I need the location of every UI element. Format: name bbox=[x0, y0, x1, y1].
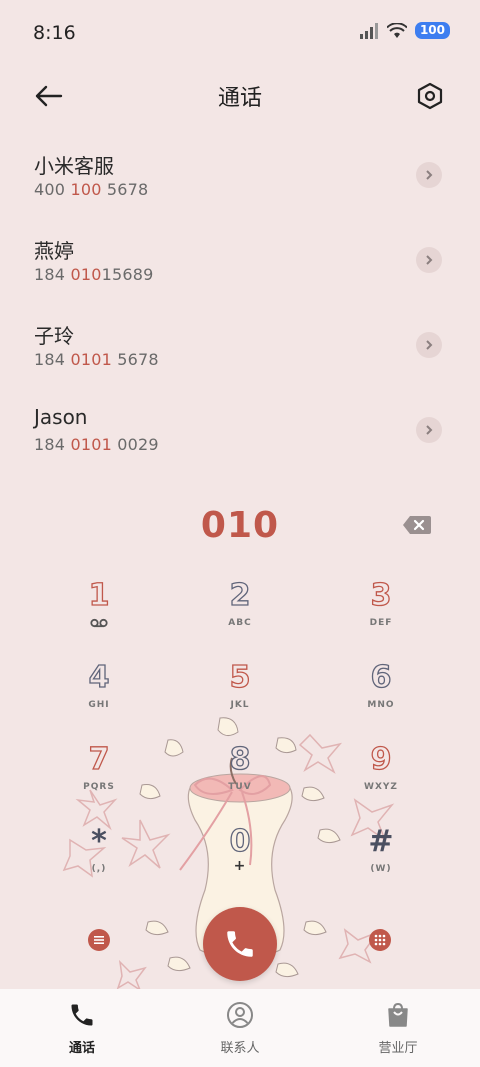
key-hash[interactable]: # (W) bbox=[326, 824, 436, 894]
key-digit: 6 bbox=[370, 659, 392, 695]
key-digit: 5 bbox=[229, 659, 251, 695]
key-letters: GHI bbox=[88, 700, 110, 710]
backspace-button[interactable] bbox=[402, 515, 432, 539]
key-letters: DEF bbox=[369, 618, 393, 628]
chevron-right-icon bbox=[426, 255, 433, 265]
contact-detail-button[interactable] bbox=[416, 332, 442, 358]
menu-icon bbox=[94, 936, 104, 944]
tab-store[interactable]: 营业厅 bbox=[343, 1001, 453, 1056]
tab-label: 联系人 bbox=[220, 1041, 260, 1056]
key-6[interactable]: 6 MNO bbox=[326, 659, 436, 730]
contact-name: Jason bbox=[34, 405, 88, 429]
key-digit: 2 bbox=[229, 577, 251, 613]
battery-indicator: 100 bbox=[414, 22, 450, 39]
contact-row[interactable]: Jason 184 0101 0029 bbox=[0, 395, 480, 480]
contact-row[interactable]: 小米客服 400 100 5678 bbox=[0, 140, 480, 225]
chevron-right-icon bbox=[426, 170, 433, 180]
page-title: 通话 bbox=[217, 86, 262, 111]
key-1[interactable]: 1 bbox=[44, 577, 154, 648]
backspace-icon bbox=[403, 516, 431, 534]
dialer-actions bbox=[0, 905, 480, 985]
contact-suggestions: 小米客服 400 100 5678 燕婷 184 01015689 子玲 184… bbox=[0, 140, 480, 480]
tab-label: 营业厅 bbox=[378, 1041, 418, 1056]
contact-number: 184 0101 0029 bbox=[34, 435, 159, 454]
chevron-right-icon bbox=[426, 425, 433, 435]
status-icons: 100 bbox=[359, 22, 450, 39]
call-button[interactable] bbox=[203, 907, 277, 981]
hexagon-gear-icon bbox=[417, 82, 443, 110]
settings-button[interactable] bbox=[410, 76, 450, 116]
key-digit: 7 bbox=[88, 741, 110, 777]
key-digit: 1 bbox=[88, 577, 110, 613]
contact-number: 184 0101 5678 bbox=[34, 350, 159, 369]
person-icon bbox=[227, 1002, 253, 1028]
contact-number: 184 01015689 bbox=[34, 265, 154, 284]
key-4[interactable]: 4 GHI bbox=[44, 659, 154, 730]
contact-name: 小米客服 bbox=[34, 154, 114, 178]
key-5[interactable]: 5 JKL bbox=[185, 659, 295, 730]
key-letters: JKL bbox=[230, 700, 250, 710]
key-9[interactable]: 9 WXYZ bbox=[326, 741, 436, 812]
dial-display: 010 bbox=[0, 505, 480, 555]
key-digit: 0 bbox=[229, 823, 251, 859]
key-letters: ABC bbox=[228, 618, 252, 628]
chevron-right-icon bbox=[426, 340, 433, 350]
phone-icon bbox=[227, 931, 253, 957]
key-letters: (W) bbox=[370, 864, 392, 874]
key-letters: WXYZ bbox=[364, 782, 398, 792]
voicemail-icon bbox=[44, 618, 154, 631]
signal-icon bbox=[359, 22, 378, 39]
tab-calls[interactable]: 通话 bbox=[27, 1001, 137, 1056]
shopping-bag-icon bbox=[388, 1002, 408, 1027]
key-digit: 8 bbox=[229, 741, 251, 777]
key-7[interactable]: 7 PQRS bbox=[44, 741, 154, 812]
key-letters: + bbox=[233, 858, 247, 874]
phone-icon bbox=[71, 1004, 93, 1026]
dialpad-toggle-button[interactable] bbox=[369, 929, 391, 951]
menu-button[interactable] bbox=[88, 929, 110, 951]
dialpad-icon bbox=[374, 934, 386, 946]
contact-detail-button[interactable] bbox=[416, 247, 442, 273]
tab-contacts[interactable]: 联系人 bbox=[185, 1001, 295, 1056]
key-digit: 4 bbox=[88, 659, 110, 695]
contact-row[interactable]: 子玲 184 0101 5678 bbox=[0, 310, 480, 395]
contact-row[interactable]: 燕婷 184 01015689 bbox=[0, 225, 480, 310]
header: 通话 bbox=[0, 68, 480, 124]
contact-name: 燕婷 bbox=[34, 239, 74, 263]
key-digit: 3 bbox=[370, 577, 392, 613]
key-letters: TUV bbox=[228, 782, 252, 792]
key-3[interactable]: 3 DEF bbox=[326, 577, 436, 648]
status-bar: 8:16 100 bbox=[0, 0, 480, 68]
key-letters: PQRS bbox=[83, 782, 115, 792]
key-2[interactable]: 2 ABC bbox=[185, 577, 295, 648]
key-0[interactable]: 0 + bbox=[185, 823, 295, 894]
contact-number: 400 100 5678 bbox=[34, 180, 149, 199]
key-letters: (,) bbox=[91, 864, 107, 874]
key-star[interactable]: * (,) bbox=[44, 824, 154, 894]
key-digit: # bbox=[368, 824, 394, 859]
status-time: 8:16 bbox=[33, 22, 76, 44]
key-digit: 9 bbox=[370, 741, 392, 777]
wifi-icon bbox=[386, 22, 407, 38]
contact-detail-button[interactable] bbox=[416, 162, 442, 188]
contact-detail-button[interactable] bbox=[416, 417, 442, 443]
key-letters: MNO bbox=[367, 700, 395, 710]
key-8[interactable]: 8 TUV bbox=[185, 741, 295, 812]
tab-label: 通话 bbox=[68, 1041, 95, 1056]
contact-name: 子玲 bbox=[34, 324, 74, 348]
key-digit: * bbox=[91, 824, 107, 859]
bottom-tab-bar: 通话 联系人 营业厅 bbox=[0, 989, 480, 1067]
